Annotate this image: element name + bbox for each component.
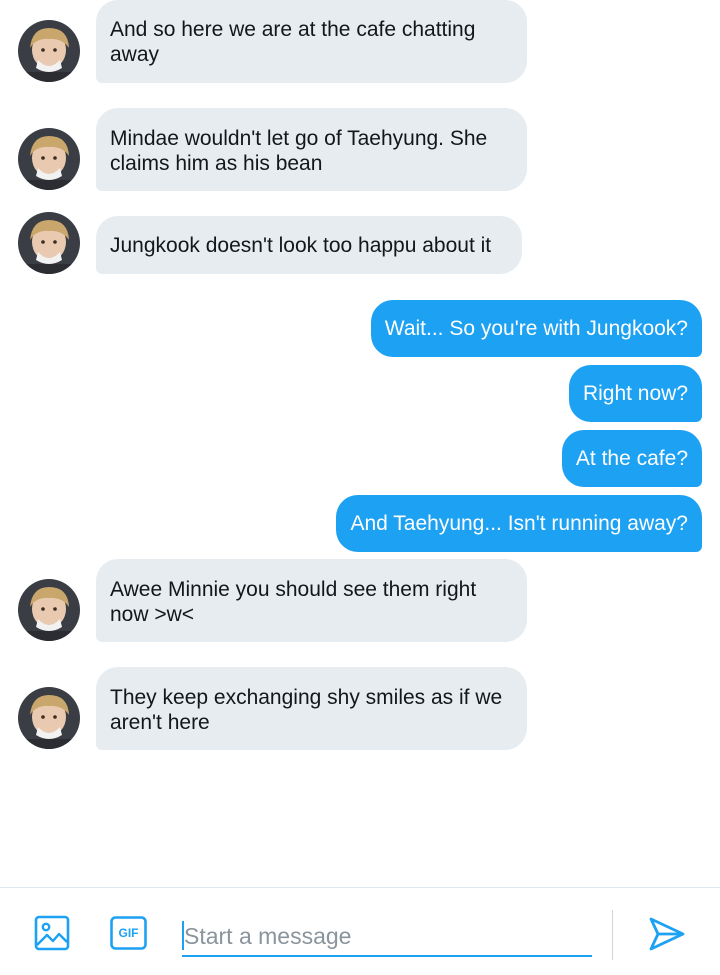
message-text-line: Jungkook doesn't look too happu about it: [110, 234, 492, 257]
outgoing-message-bubble[interactable]: Wait... So you're with Jungkook?: [370, 300, 702, 357]
message-text-line: now >w<: [110, 603, 195, 626]
message-text-line: claims him as his bean: [110, 152, 323, 175]
message-text-line: And so here we are at the cafe chatting: [110, 18, 476, 41]
contact-avatar[interactable]: [18, 212, 80, 274]
message-text-line: aren't here: [110, 711, 210, 734]
incoming-message-bubble[interactable]: And so here we are at the cafe chatting …: [96, 0, 527, 83]
contact-avatar[interactable]: [18, 128, 80, 190]
outgoing-message-bubble[interactable]: Right now?: [568, 365, 702, 422]
text-caret: [182, 921, 184, 950]
contact-avatar[interactable]: [18, 579, 80, 641]
avatar-photo: [18, 687, 80, 749]
contact-avatar[interactable]: [18, 687, 80, 749]
avatar-photo: [18, 579, 80, 641]
message-text-line: Mindae wouldn't let go of Taehyung. She: [110, 127, 488, 150]
outgoing-message-bubble[interactable]: And Taehyung... Isn't running away?: [336, 495, 702, 552]
outgoing-message-bubble[interactable]: At the cafe?: [561, 430, 702, 487]
contact-avatar[interactable]: [18, 20, 80, 82]
composer-divider: [612, 910, 613, 960]
send-icon: [649, 917, 685, 951]
message-text-line: Right now?: [582, 382, 688, 405]
message-composer: GIF: [0, 887, 720, 975]
image-icon[interactable]: [34, 915, 70, 951]
dm-conversation-screen: And so here we are at the cafe chatting …: [0, 0, 720, 975]
message-text-line: They keep exchanging shy smiles as if we: [110, 686, 503, 709]
message-text-line: Wait... So you're with Jungkook?: [384, 317, 688, 340]
message-text-line: away: [110, 43, 160, 66]
incoming-message-bubble[interactable]: Jungkook doesn't look too happu about it: [96, 216, 522, 274]
avatar-photo: [18, 20, 80, 82]
incoming-message-bubble[interactable]: Mindae wouldn't let go of Taehyung. She …: [96, 108, 527, 191]
avatar-photo: [18, 128, 80, 190]
incoming-message-bubble[interactable]: Awee Minnie you should see them right no…: [96, 559, 527, 642]
send-button[interactable]: [648, 916, 686, 952]
message-input[interactable]: [182, 917, 592, 957]
avatar-photo: [18, 212, 80, 274]
gif-label: GIF: [118, 926, 139, 940]
incoming-message-bubble[interactable]: They keep exchanging shy smiles as if we…: [96, 667, 527, 750]
message-text-line: And Taehyung... Isn't running away?: [350, 512, 688, 535]
message-text-line: At the cafe?: [575, 447, 688, 470]
gif-button[interactable]: GIF: [110, 916, 147, 950]
message-text-line: Awee Minnie you should see them right: [110, 578, 477, 601]
